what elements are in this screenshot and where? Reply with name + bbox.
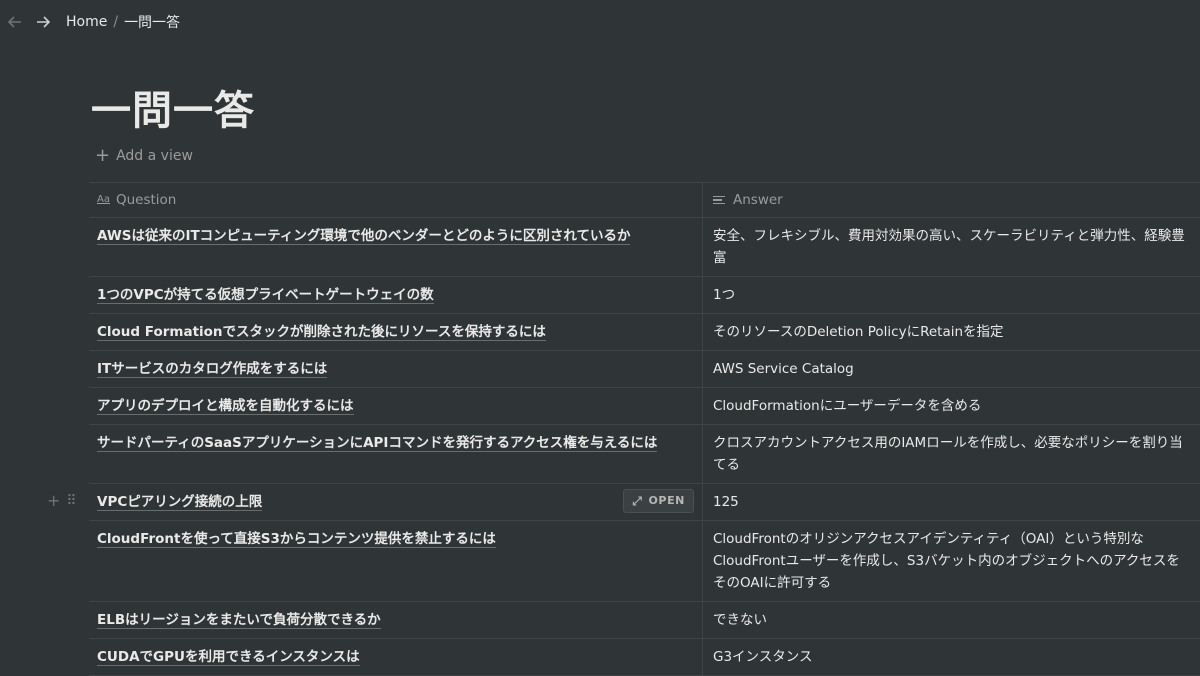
table-row[interactable]: アプリのデプロイと構成を自動化するには CloudFormationにユーザーデ… [89,388,1200,425]
question-cell[interactable]: 1つのVPCが持てる仮想プライベートゲートウェイの数 [89,277,703,313]
question-text[interactable]: サードパーティのSaaSアプリケーションにAPIコマンドを発行するアクセス権を与… [97,435,658,452]
answer-column-header[interactable]: Answer [703,183,1200,217]
table-row[interactable]: Cloud Formationでスタックが削除された後にリソースを保持するには … [89,314,1200,351]
question-text[interactable]: VPCピアリング接続の上限 [97,494,263,511]
question-cell[interactable]: CloudFrontを使って直接S3からコンテンツ提供を禁止するには [89,521,703,601]
answer-cell[interactable]: CloudFrontのオリジンアクセスアイデンティティ（OAI）という特別なCl… [703,521,1200,601]
question-text[interactable]: 1つのVPCが持てる仮想プライベートゲートウェイの数 [97,287,434,304]
answer-cell[interactable]: CloudFormationにユーザーデータを含める [703,388,1200,424]
breadcrumb: Home / 一問一答 [62,10,184,34]
question-cell[interactable]: ITサービスのカタログ作成をするには [89,351,703,387]
answer-cell[interactable]: クロスアカウントアクセス用のIAMロールを作成し、必要なポリシーを割り当てる [703,425,1200,483]
answer-cell[interactable]: 安全、フレキシブル、費用対効果の高い、スケーラビリティと弾力性、経験豊富 [703,218,1200,276]
question-cell[interactable]: アプリのデプロイと構成を自動化するには [89,388,703,424]
breadcrumb-home[interactable]: Home [62,12,111,32]
question-cell[interactable]: AWSは従来のITコンピューティング環境で他のベンダーとどのように区別されている… [89,218,703,276]
expand-diagonal-icon: ⤢ [632,494,643,508]
table-row[interactable]: CUDAでGPUを利用できるインスタンスは G3インスタンス [89,639,1200,676]
drag-handle-icon[interactable]: ⠿ [66,493,76,509]
open-row-button[interactable]: ⤢ OPEN [623,489,694,513]
table-row-hovered[interactable]: + ⠿ VPCピアリング接続の上限 ⤢ OPEN 125 [47,484,1200,521]
plus-icon: + [95,145,111,166]
answer-cell[interactable]: そのリソースのDeletion PolicyにRetainを指定 [703,314,1200,350]
row-handles: + ⠿ [47,491,77,510]
question-text[interactable]: ITサービスのカタログ作成をするには [97,361,328,378]
add-view-button[interactable]: + Add a view [95,145,193,166]
question-text[interactable]: Cloud Formationでスタックが削除された後にリソースを保持するには [97,324,546,341]
question-cell[interactable]: CUDAでGPUを利用できるインスタンスは [89,639,703,675]
open-label: OPEN [648,494,685,507]
question-column-header[interactable]: Aa Question [89,183,703,217]
question-text[interactable]: アプリのデプロイと構成を自動化するには [97,398,354,415]
question-text[interactable]: AWSは従来のITコンピューティング環境で他のベンダーとどのように区別されている… [97,228,631,245]
question-cell[interactable]: サードパーティのSaaSアプリケーションにAPIコマンドを発行するアクセス権を与… [89,425,703,483]
breadcrumb-current[interactable]: 一問一答 [120,10,184,34]
answer-header-label: Answer [733,192,783,208]
add-view-label: Add a view [116,148,193,164]
table-row[interactable]: ELBはリージョンをまたいで負荷分散できるか できない [89,602,1200,639]
text-lines-icon [713,194,725,207]
table-row[interactable]: 1つのVPCが持てる仮想プライベートゲートウェイの数 1つ [89,277,1200,314]
table-row[interactable]: サードパーティのSaaSアプリケーションにAPIコマンドを発行するアクセス権を与… [89,425,1200,484]
question-cell[interactable]: ELBはリージョンをまたいで負荷分散できるか [89,602,703,638]
table-row[interactable]: AWSは従来のITコンピューティング環境で他のベンダーとどのように区別されている… [89,218,1200,277]
question-text[interactable]: ELBはリージョンをまたいで負荷分散できるか [97,612,381,629]
question-cell[interactable]: VPCピアリング接続の上限 ⤢ OPEN [89,484,703,520]
question-cell[interactable]: Cloud Formationでスタックが削除された後にリソースを保持するには [89,314,703,350]
question-header-label: Question [115,192,177,208]
answer-cell[interactable]: できない [703,602,1200,638]
answer-cell[interactable]: G3インスタンス [703,639,1200,675]
table-row[interactable]: CloudFrontを使って直接S3からコンテンツ提供を禁止するには Cloud… [89,521,1200,602]
forward-arrow-icon[interactable] [34,13,52,31]
add-row-plus-icon[interactable]: + [47,491,60,510]
answer-cell[interactable]: 125 [703,484,1200,520]
question-text[interactable]: CloudFrontを使って直接S3からコンテンツ提供を禁止するには [97,531,496,548]
page-title[interactable]: 一問一答 [91,78,255,136]
question-text[interactable]: CUDAでGPUを利用できるインスタンスは [97,649,360,666]
top-bar: Home / 一問一答 [0,0,1200,44]
back-arrow-icon[interactable] [6,13,24,31]
answer-cell[interactable]: AWS Service Catalog [703,351,1200,387]
table-row[interactable]: ITサービスのカタログ作成をするには AWS Service Catalog [89,351,1200,388]
table-header: Aa Question Answer [89,183,1200,218]
title-property-icon: Aa [97,194,110,205]
breadcrumb-separator: / [113,14,119,30]
answer-cell[interactable]: 1つ [703,277,1200,313]
database-table: Aa Question Answer AWSは従来のITコンピューティング環境で… [47,182,1200,676]
